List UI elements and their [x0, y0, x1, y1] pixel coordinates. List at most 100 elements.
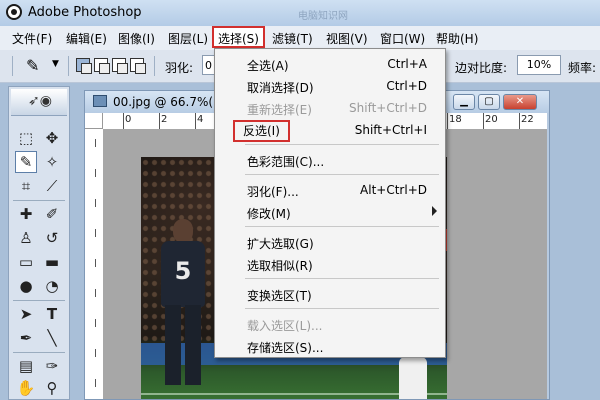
- menu-layer[interactable]: 图层(L): [168, 30, 208, 47]
- marquee-tool-icon[interactable]: ⬚: [15, 127, 37, 149]
- subtract-selection-icon[interactable]: [112, 58, 128, 74]
- notes-tool-icon[interactable]: ▤: [15, 355, 37, 377]
- menu-select[interactable]: 选择(S): [212, 26, 265, 48]
- gradient-tool-icon[interactable]: ▬: [41, 251, 63, 273]
- ruler-tick: [195, 113, 196, 129]
- type-tool-icon[interactable]: T: [41, 303, 63, 325]
- shortcut-text: Shift+Ctrl+D: [349, 101, 427, 115]
- line-tool-icon[interactable]: ╲: [41, 327, 63, 349]
- clone-stamp-tool-icon[interactable]: ♙: [15, 227, 37, 249]
- brush-tool-icon[interactable]: ✐: [41, 203, 63, 225]
- player-head: [173, 219, 193, 243]
- close-button[interactable]: ✕: [503, 94, 537, 110]
- ruler-tick: [95, 349, 96, 357]
- feather-logo-icon: ➶◉: [28, 93, 52, 109]
- magic-wand-tool-icon[interactable]: ✧: [41, 151, 63, 173]
- shortcut-text: Alt+Ctrl+D: [360, 183, 427, 197]
- eraser-tool-icon[interactable]: ▭: [15, 251, 37, 273]
- menu-item-load-selection[interactable]: 载入选区(L)...: [215, 313, 445, 335]
- menu-item-save-selection[interactable]: 存储选区(S)...: [215, 335, 445, 357]
- menu-item-label: 存储选区(S)...: [247, 341, 324, 355]
- menu-item-label: 重新选择(E): [247, 103, 312, 117]
- ruler-tick: [123, 113, 124, 129]
- new-selection-icon[interactable]: [76, 58, 92, 74]
- intersect-selection-icon[interactable]: [130, 58, 146, 74]
- ruler-tick: [95, 139, 96, 147]
- player-figure: 5: [155, 219, 211, 389]
- menu-item-similar[interactable]: 选取相似(R): [215, 253, 445, 275]
- menu-item-feather[interactable]: 羽化(F)... Alt+Ctrl+D: [215, 179, 445, 201]
- lasso-icon[interactable]: ✎: [26, 57, 46, 75]
- zoom-tool-icon[interactable]: ⚲: [41, 377, 63, 399]
- menu-item-modify[interactable]: 修改(M): [215, 201, 445, 223]
- minimize-button[interactable]: ▁: [453, 94, 475, 110]
- frequency-label: 频率:: [568, 61, 597, 75]
- player-legs: [165, 305, 201, 385]
- ruler-tick: [519, 113, 520, 129]
- menu-item-inverse[interactable]: 反选(I) Shift+Ctrl+I: [215, 119, 445, 142]
- document-title: 00.jpg @ 66.7%(R: [113, 95, 222, 109]
- ruler-tick: [95, 199, 96, 207]
- white-jersey-figure: [399, 357, 427, 399]
- edge-contrast-input[interactable]: 10%: [517, 55, 561, 75]
- ruler-tick-label: 20: [485, 114, 498, 125]
- history-brush-tool-icon[interactable]: ↺: [41, 227, 63, 249]
- crop-tool-icon[interactable]: ⌗: [15, 175, 37, 197]
- image-file-icon: [93, 95, 107, 107]
- blur-tool-icon[interactable]: ●: [15, 275, 37, 297]
- menu-item-reselect[interactable]: 重新选择(E) Shift+Ctrl+D: [215, 97, 445, 119]
- ruler-corner: [85, 113, 103, 129]
- photoshop-app-icon: [6, 4, 22, 20]
- menu-item-color-range[interactable]: 色彩范围(C)...: [215, 149, 445, 171]
- healing-brush-tool-icon[interactable]: ✚: [15, 203, 37, 225]
- feather-label: 羽化:: [165, 61, 194, 75]
- ruler-tick: [483, 113, 484, 129]
- eyedropper-tool-icon[interactable]: ✑: [41, 355, 63, 377]
- menu-file[interactable]: 文件(F): [12, 30, 52, 47]
- chevron-down-icon[interactable]: ▼: [52, 59, 59, 69]
- ruler-tick: [95, 289, 96, 297]
- tool-divider: [13, 200, 65, 201]
- ruler-tick: [95, 319, 96, 327]
- ruler-tick-label: 18: [449, 114, 462, 125]
- select-menu-dropdown: 全选(A) Ctrl+A 取消选择(D) Ctrl+D 重新选择(E) Shif…: [214, 48, 446, 358]
- pen-tool-icon[interactable]: ✒: [15, 327, 37, 349]
- menu-item-grow[interactable]: 扩大选取(G): [215, 231, 445, 253]
- lasso-tool-icon[interactable]: ✎: [15, 151, 37, 173]
- app-title: Adobe Photoshop: [28, 5, 142, 20]
- ruler-tick-label: 4: [197, 114, 204, 125]
- menu-item-deselect[interactable]: 取消选择(D) Ctrl+D: [215, 75, 445, 97]
- menu-edit[interactable]: 编辑(E): [66, 30, 107, 47]
- menu-view[interactable]: 视图(V): [326, 30, 368, 47]
- ruler-tick-label: 22: [521, 114, 534, 125]
- ruler-tick: [159, 113, 160, 129]
- menu-item-label: 扩大选取(G): [247, 237, 314, 251]
- add-selection-icon[interactable]: [94, 58, 110, 74]
- menu-item-label: 色彩范围(C)...: [247, 155, 325, 169]
- path-selection-tool-icon[interactable]: ➤: [15, 303, 37, 325]
- menu-item-label: 修改(M): [247, 207, 291, 221]
- menu-item-label: 羽化(F)...: [247, 185, 299, 199]
- menu-image[interactable]: 图像(I): [118, 30, 155, 47]
- menu-item-transform-selection[interactable]: 变换选区(T): [215, 283, 445, 305]
- ruler-tick: [447, 113, 448, 129]
- maximize-button[interactable]: ▢: [478, 94, 500, 110]
- hand-tool-icon[interactable]: ✋: [15, 377, 37, 399]
- dodge-tool-icon[interactable]: ◔: [41, 275, 63, 297]
- menu-filter[interactable]: 滤镜(T): [272, 30, 313, 47]
- title-bar: Adobe Photoshop 电脑知识网: [0, 0, 600, 26]
- menu-separator: [245, 226, 439, 227]
- ruler-tick-label: 0: [125, 114, 132, 125]
- toolbox-header[interactable]: ➶◉: [11, 89, 67, 116]
- slice-tool-icon[interactable]: ⟋: [41, 175, 63, 197]
- menu-window[interactable]: 窗口(W): [380, 30, 425, 47]
- menu-separator: [245, 278, 439, 279]
- menu-item-select-all[interactable]: 全选(A) Ctrl+A: [215, 53, 445, 75]
- divider: [68, 56, 69, 76]
- menu-item-label: 反选(I): [233, 120, 290, 142]
- menu-separator: [245, 144, 439, 145]
- move-tool-icon[interactable]: ✥: [41, 127, 63, 149]
- menu-item-label: 选取相似(R): [247, 259, 313, 273]
- menu-help[interactable]: 帮助(H): [436, 30, 478, 47]
- menu-item-label: 全选(A): [247, 59, 289, 73]
